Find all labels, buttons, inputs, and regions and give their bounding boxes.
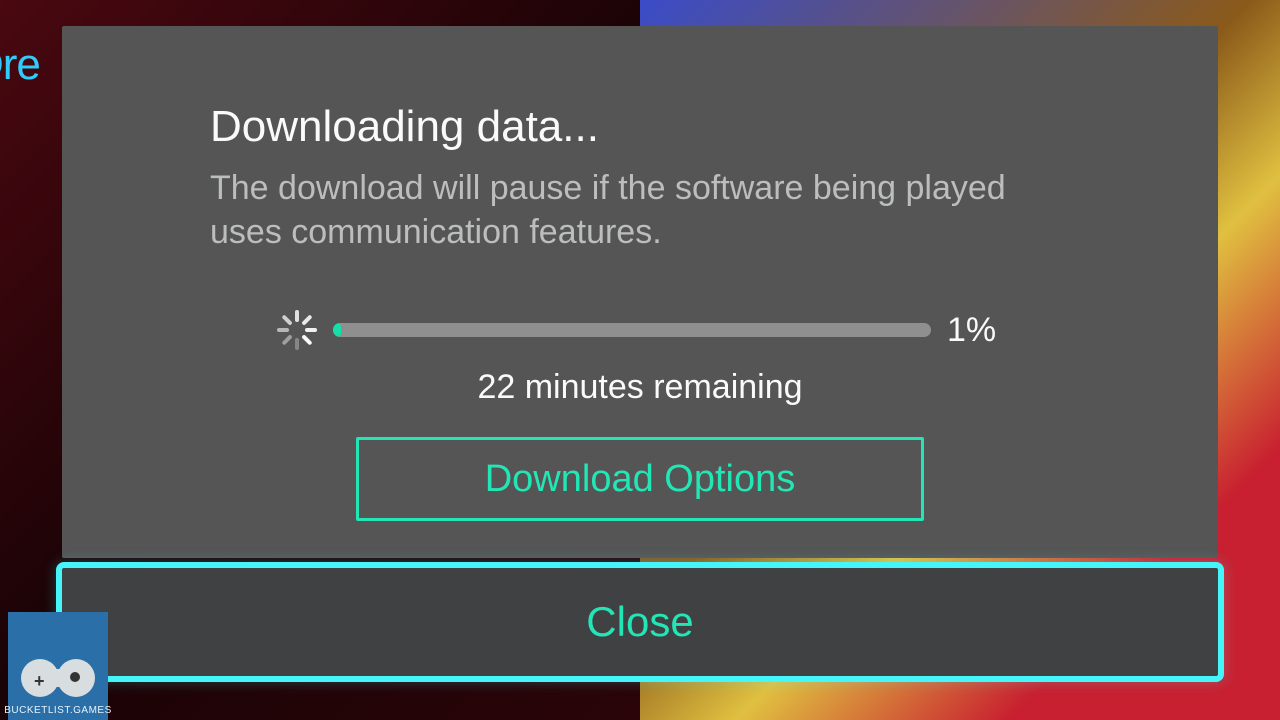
dialog-subtitle: The download will pause if the software … xyxy=(210,166,1070,254)
download-dialog: Downloading data... The download will pa… xyxy=(62,26,1218,558)
download-options-button[interactable]: Download Options xyxy=(356,437,924,521)
spinner-icon xyxy=(277,310,317,350)
close-button[interactable]: Close xyxy=(56,562,1224,682)
download-options-label: Download Options xyxy=(485,458,796,501)
progress-fill xyxy=(333,323,341,337)
progress-area: 1% 22 minutes remaining Download Options xyxy=(210,310,1070,521)
watermark-badge: + BUCKETLIST.GAMES xyxy=(8,612,108,720)
watermark-text: BUCKETLIST.GAMES xyxy=(4,705,111,716)
close-button-label: Close xyxy=(586,598,693,646)
progress-row: 1% xyxy=(210,310,1070,350)
time-remaining: 22 minutes remaining xyxy=(477,368,802,407)
dialog-title: Downloading data... xyxy=(210,102,1070,152)
bg-partial-title: Dre xyxy=(0,40,40,90)
progress-bar xyxy=(333,323,931,337)
gamepad-icon: + xyxy=(21,657,95,699)
progress-percent: 1% xyxy=(947,311,1003,350)
